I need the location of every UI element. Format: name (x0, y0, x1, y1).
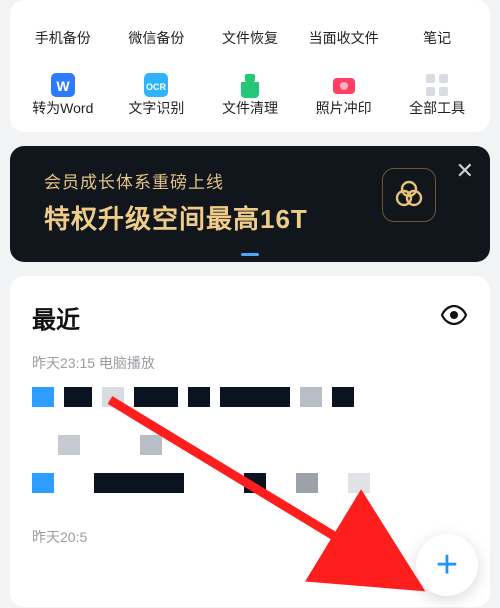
mosaic-row (32, 435, 468, 455)
tool-label: 照片冲印 (316, 98, 372, 118)
mosaic-row (32, 473, 468, 493)
tool-row-2: W 转为Word OCR 文字识别 文件清理 照片冲印 (16, 70, 484, 118)
recent-title: 最近 (32, 300, 80, 335)
tool-ocr[interactable]: OCR 文字识别 (110, 70, 204, 118)
ocr-icon: OCR (139, 74, 173, 96)
tool-label: 文件清理 (222, 98, 278, 118)
tool-label: 文字识别 (128, 98, 184, 118)
tool-label: 笔记 (423, 28, 451, 48)
tool-label: 当面收文件 (309, 28, 379, 48)
file-clean-icon (233, 74, 267, 96)
tool-row-1: 手机备份 微信备份 文件恢复 当面收文件 笔记 (16, 0, 484, 48)
to-word-icon: W (46, 74, 80, 96)
tool-label: 转为Word (32, 98, 93, 118)
file-restore-icon (233, 4, 267, 26)
tool-label: 文件恢复 (222, 28, 278, 48)
note-icon (420, 4, 454, 26)
receive-file-icon (327, 4, 361, 26)
tool-all-tools[interactable]: 全部工具 (390, 70, 484, 118)
recent-timestamp-2: 昨天20:5 (32, 527, 468, 547)
svg-text:W: W (56, 78, 70, 94)
tool-photo-print[interactable]: 照片冲印 (297, 70, 391, 118)
tool-label: 全部工具 (409, 98, 465, 118)
tools-card: 手机备份 微信备份 文件恢复 当面收文件 笔记 W 转为Word OCR (10, 0, 490, 132)
pager-indicator (241, 253, 259, 256)
tool-note[interactable]: 笔记 (390, 0, 484, 48)
wechat-backup-icon (139, 4, 173, 26)
tool-label: 手机备份 (35, 28, 91, 48)
tool-file-clean[interactable]: 文件清理 (203, 70, 297, 118)
recent-header: 最近 (32, 300, 468, 335)
plus-icon: + (436, 546, 458, 584)
phone-backup-icon (46, 4, 80, 26)
svg-text:OCR: OCR (146, 82, 167, 92)
promo-banner[interactable]: 会员成长体系重磅上线 特权升级空间最高16T ✕ (10, 146, 490, 262)
tool-phone-backup[interactable]: 手机备份 (16, 0, 110, 48)
photo-print-icon (327, 74, 361, 96)
recent-timestamp-1: 昨天23:15 电脑播放 (32, 353, 468, 373)
tool-label: 微信备份 (128, 28, 184, 48)
mosaic-row (32, 387, 468, 407)
close-icon[interactable]: ✕ (456, 160, 474, 182)
cloud-badge-icon (382, 168, 436, 222)
tool-wechat-backup[interactable]: 微信备份 (110, 0, 204, 48)
eye-icon[interactable] (440, 305, 468, 330)
tool-receive-file[interactable]: 当面收文件 (297, 0, 391, 48)
tool-to-word[interactable]: W 转为Word (16, 70, 110, 118)
tool-file-restore[interactable]: 文件恢复 (203, 0, 297, 48)
all-tools-icon (420, 74, 454, 96)
add-button[interactable]: + (416, 534, 478, 596)
